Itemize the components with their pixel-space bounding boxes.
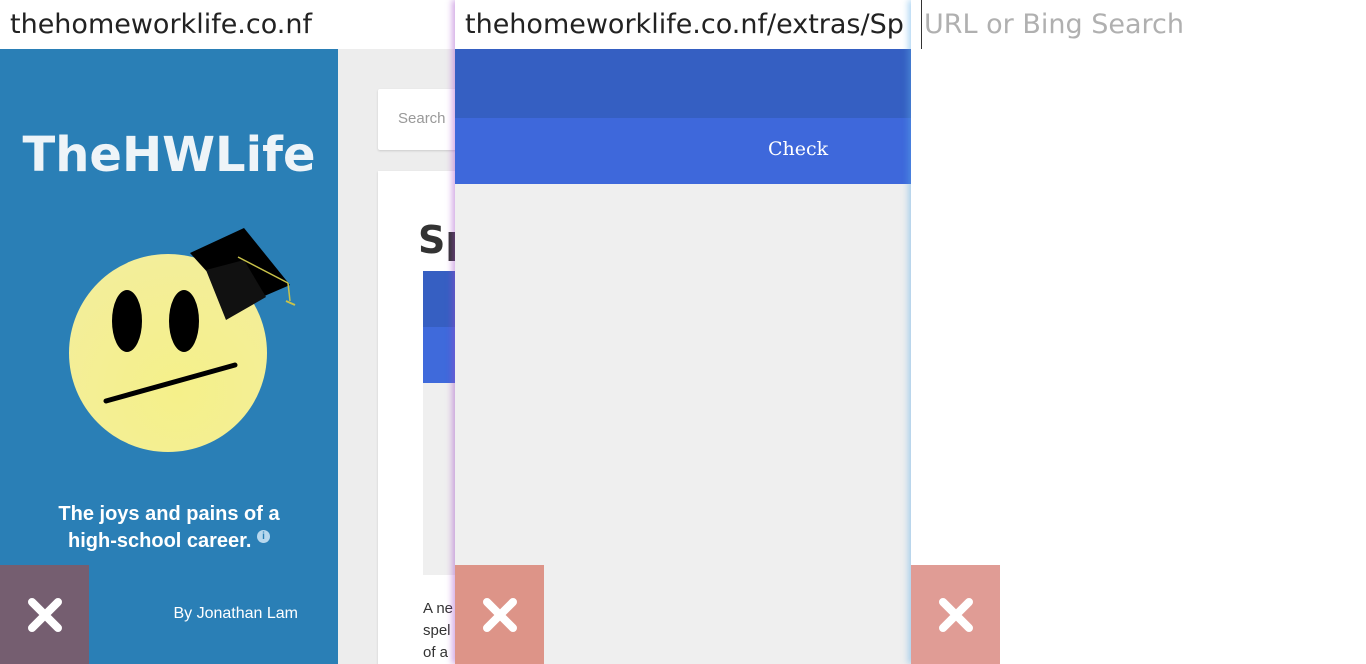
info-icon[interactable]: i	[256, 530, 270, 544]
close-pane-3-button[interactable]	[911, 565, 1000, 664]
address-bar[interactable]: thehomeworklife.co.nf	[0, 0, 455, 49]
close-pane-2-button[interactable]	[455, 565, 544, 664]
close-pane-1-button[interactable]	[0, 565, 89, 664]
graduate-smiley-logo	[69, 228, 296, 452]
app-header	[455, 49, 911, 118]
address-bar[interactable]: thehomeworklife.co.nf/extras/Sp	[455, 0, 911, 49]
app-toolbar: Check	[455, 118, 911, 184]
site-title[interactable]: TheHWLife	[0, 127, 338, 183]
site-search-input[interactable]: Search	[378, 89, 455, 150]
close-icon	[938, 597, 973, 632]
embed-toolbar	[423, 327, 455, 383]
article-card: Sp A ne spel of a	[378, 171, 455, 664]
check-button[interactable]: Check	[768, 138, 828, 160]
embed-header	[423, 271, 455, 327]
close-icon	[27, 597, 62, 632]
tagline-text: The joys and pains of a high-school care…	[58, 503, 280, 552]
article-excerpt: A ne spel of a	[423, 600, 454, 661]
author-credit[interactable]: By Jonathan Lam	[173, 605, 298, 623]
search-placeholder: Search	[398, 110, 446, 127]
article-title: Sp	[418, 218, 455, 262]
embed-body	[423, 383, 455, 575]
close-icon	[482, 597, 517, 632]
url-search-input[interactable]	[921, 0, 1364, 49]
site-tagline: The joys and pains of a high-school care…	[40, 501, 298, 555]
